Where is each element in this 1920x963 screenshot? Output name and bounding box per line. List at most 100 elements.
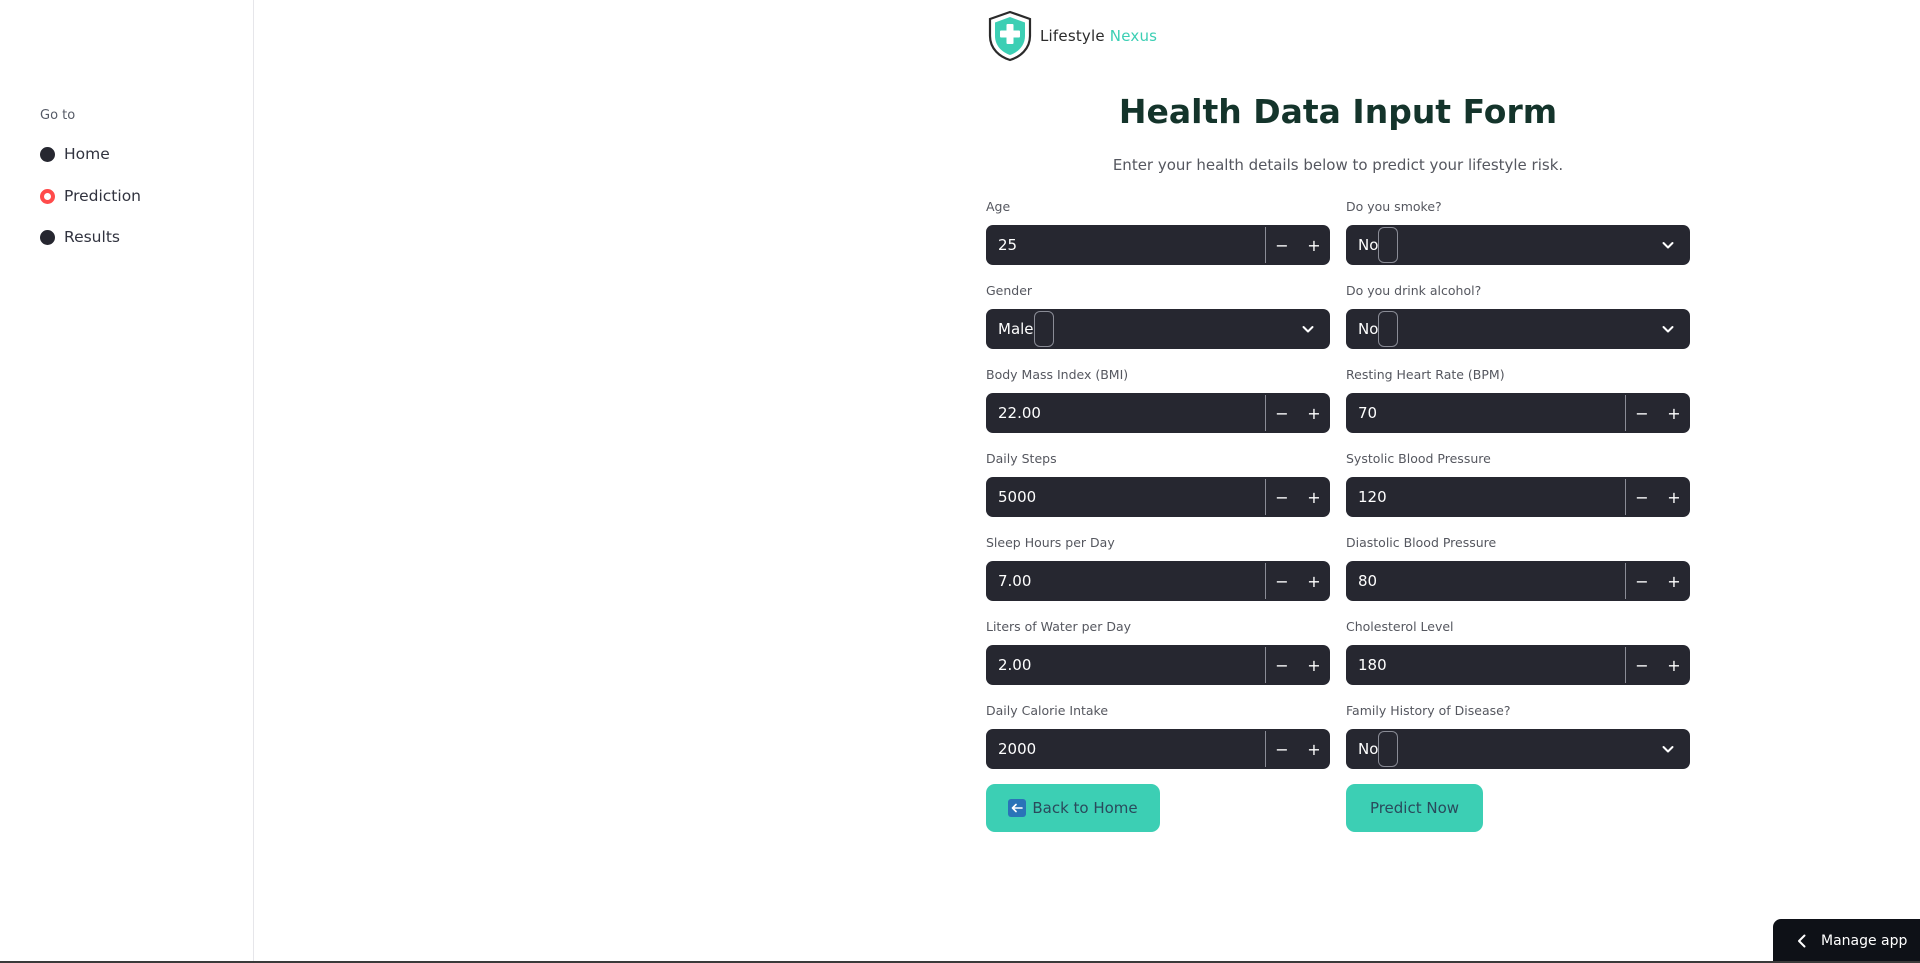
increment-button[interactable]: + xyxy=(1298,393,1330,433)
chevron-left-icon xyxy=(1798,934,1806,948)
sleep-input[interactable]: 7.00 − + xyxy=(986,561,1330,601)
water-field: Liters of Water per Day 2.00 − + xyxy=(986,618,1330,685)
radio-dot[interactable] xyxy=(40,146,55,162)
decrement-button[interactable]: − xyxy=(1266,645,1298,685)
select-value[interactable]: No xyxy=(1346,740,1378,758)
page-subtitle: Enter your health details below to predi… xyxy=(1112,156,1564,174)
water-input[interactable]: 2.00 − + xyxy=(986,645,1330,685)
input-value[interactable]: 180 xyxy=(1346,656,1625,674)
sidebar-item-label: Results xyxy=(64,228,120,246)
sidebar-item-home[interactable]: Home xyxy=(40,142,110,166)
gender-select[interactable]: Male xyxy=(986,309,1330,349)
field-label: Family History of Disease? xyxy=(1346,703,1511,718)
decrement-button[interactable]: − xyxy=(1626,561,1658,601)
radio-dot[interactable] xyxy=(40,229,55,245)
increment-button[interactable]: + xyxy=(1298,477,1330,517)
increment-button[interactable]: + xyxy=(1658,477,1690,517)
decrement-button[interactable]: − xyxy=(1626,477,1658,517)
field-label: Daily Calorie Intake xyxy=(986,703,1109,718)
decrement-button[interactable]: − xyxy=(1626,645,1658,685)
shield-cross-icon xyxy=(988,10,1032,62)
chevron-down-icon[interactable] xyxy=(1660,741,1676,757)
chevron-down-icon[interactable] xyxy=(1300,321,1316,337)
alcohol-field: Do you drink alcohol? No xyxy=(1346,282,1690,349)
input-value[interactable]: 7.00 xyxy=(986,572,1265,590)
decrement-button[interactable]: − xyxy=(1266,477,1298,517)
family-history-select[interactable]: No xyxy=(1346,729,1690,769)
field-label: Systolic Blood Pressure xyxy=(1346,451,1491,466)
calories-input[interactable]: 2000 − + xyxy=(986,729,1330,769)
heart-rate-input[interactable]: 70 − + xyxy=(1346,393,1690,433)
smoke-select[interactable]: No xyxy=(1346,225,1690,265)
age-input[interactable]: 25 − + xyxy=(986,225,1330,265)
alcohol-select[interactable]: No xyxy=(1346,309,1690,349)
gender-field: Gender Male xyxy=(986,282,1330,349)
increment-button[interactable]: + xyxy=(1658,561,1690,601)
field-label: Sleep Hours per Day xyxy=(986,535,1115,550)
manage-app-button[interactable]: Manage app xyxy=(1773,919,1920,963)
decrement-button[interactable]: − xyxy=(1266,729,1298,769)
sidebar-item-label: Prediction xyxy=(64,187,142,205)
predict-now-button[interactable]: Predict Now xyxy=(1346,784,1483,832)
increment-button[interactable]: + xyxy=(1298,225,1330,265)
increment-button[interactable]: + xyxy=(1658,645,1690,685)
field-label: Resting Heart Rate (BPM) xyxy=(1346,367,1505,382)
diastolic-field: Diastolic Blood Pressure 80 − + xyxy=(1346,534,1690,601)
field-label: Diastolic Blood Pressure xyxy=(1346,535,1497,550)
systolic-input[interactable]: 120 − + xyxy=(1346,477,1690,517)
field-label: Daily Steps xyxy=(986,451,1057,466)
input-value[interactable]: 5000 xyxy=(986,488,1265,506)
increment-button[interactable]: + xyxy=(1298,561,1330,601)
text-cursor-box xyxy=(1378,227,1399,263)
select-value[interactable]: No xyxy=(1346,320,1378,338)
field-label: Age xyxy=(986,199,1011,214)
sidebar-heading: Go to xyxy=(40,108,76,123)
select-value[interactable]: Male xyxy=(986,320,1034,338)
radio-dot-selected[interactable] xyxy=(40,188,55,204)
diastolic-input[interactable]: 80 − + xyxy=(1346,561,1690,601)
sidebar-item-label: Home xyxy=(64,145,110,163)
increment-button[interactable]: + xyxy=(1298,645,1330,685)
input-value[interactable]: 120 xyxy=(1346,488,1625,506)
page-title: Health Data Input Form xyxy=(1118,92,1558,131)
heart-rate-field: Resting Heart Rate (BPM) 70 − + xyxy=(1346,366,1690,433)
decrement-button[interactable]: − xyxy=(1626,393,1658,433)
cholesterol-field: Cholesterol Level 180 − + xyxy=(1346,618,1690,685)
systolic-field: Systolic Blood Pressure 120 − + xyxy=(1346,450,1690,517)
button-label: Predict Now xyxy=(1369,799,1460,817)
bmi-field: Body Mass Index (BMI) 22.00 − + xyxy=(986,366,1330,433)
field-label: Body Mass Index (BMI) xyxy=(986,367,1129,382)
cholesterol-input[interactable]: 180 − + xyxy=(1346,645,1690,685)
logo: Lifestyle Nexus xyxy=(986,10,1157,62)
steps-field: Daily Steps 5000 − + xyxy=(986,450,1330,517)
input-value[interactable]: 25 xyxy=(986,236,1265,254)
smoke-field: Do you smoke? No xyxy=(1346,198,1690,265)
chevron-down-icon[interactable] xyxy=(1660,321,1676,337)
sleep-field: Sleep Hours per Day 7.00 − + xyxy=(986,534,1330,601)
family-history-field: Family History of Disease? No xyxy=(1346,702,1690,769)
left-arrow-icon xyxy=(1008,799,1027,817)
age-field: Age 25 − + xyxy=(986,198,1330,265)
input-value[interactable]: 2000 xyxy=(986,740,1265,758)
steps-input[interactable]: 5000 − + xyxy=(986,477,1330,517)
input-value[interactable]: 70 xyxy=(1346,404,1625,422)
bmi-input[interactable]: 22.00 − + xyxy=(986,393,1330,433)
input-value[interactable]: 22.00 xyxy=(986,404,1265,422)
text-cursor-box xyxy=(1033,311,1054,347)
chevron-down-icon[interactable] xyxy=(1660,237,1676,253)
sidebar: Go to Home Prediction Results xyxy=(0,0,254,963)
sidebar-item-prediction[interactable]: Prediction xyxy=(40,184,141,208)
select-value[interactable]: No xyxy=(1346,236,1378,254)
decrement-button[interactable]: − xyxy=(1266,393,1298,433)
field-label: Liters of Water per Day xyxy=(986,619,1132,634)
input-value[interactable]: 2.00 xyxy=(986,656,1265,674)
decrement-button[interactable]: − xyxy=(1266,561,1298,601)
back-to-home-button[interactable]: Back to Home xyxy=(986,784,1160,832)
text-cursor-box xyxy=(1378,311,1399,347)
text-cursor-box xyxy=(1378,731,1399,767)
decrement-button[interactable]: − xyxy=(1266,225,1298,265)
sidebar-item-results[interactable]: Results xyxy=(40,225,120,249)
input-value[interactable]: 80 xyxy=(1346,572,1625,590)
increment-button[interactable]: + xyxy=(1658,393,1690,433)
increment-button[interactable]: + xyxy=(1298,729,1330,769)
